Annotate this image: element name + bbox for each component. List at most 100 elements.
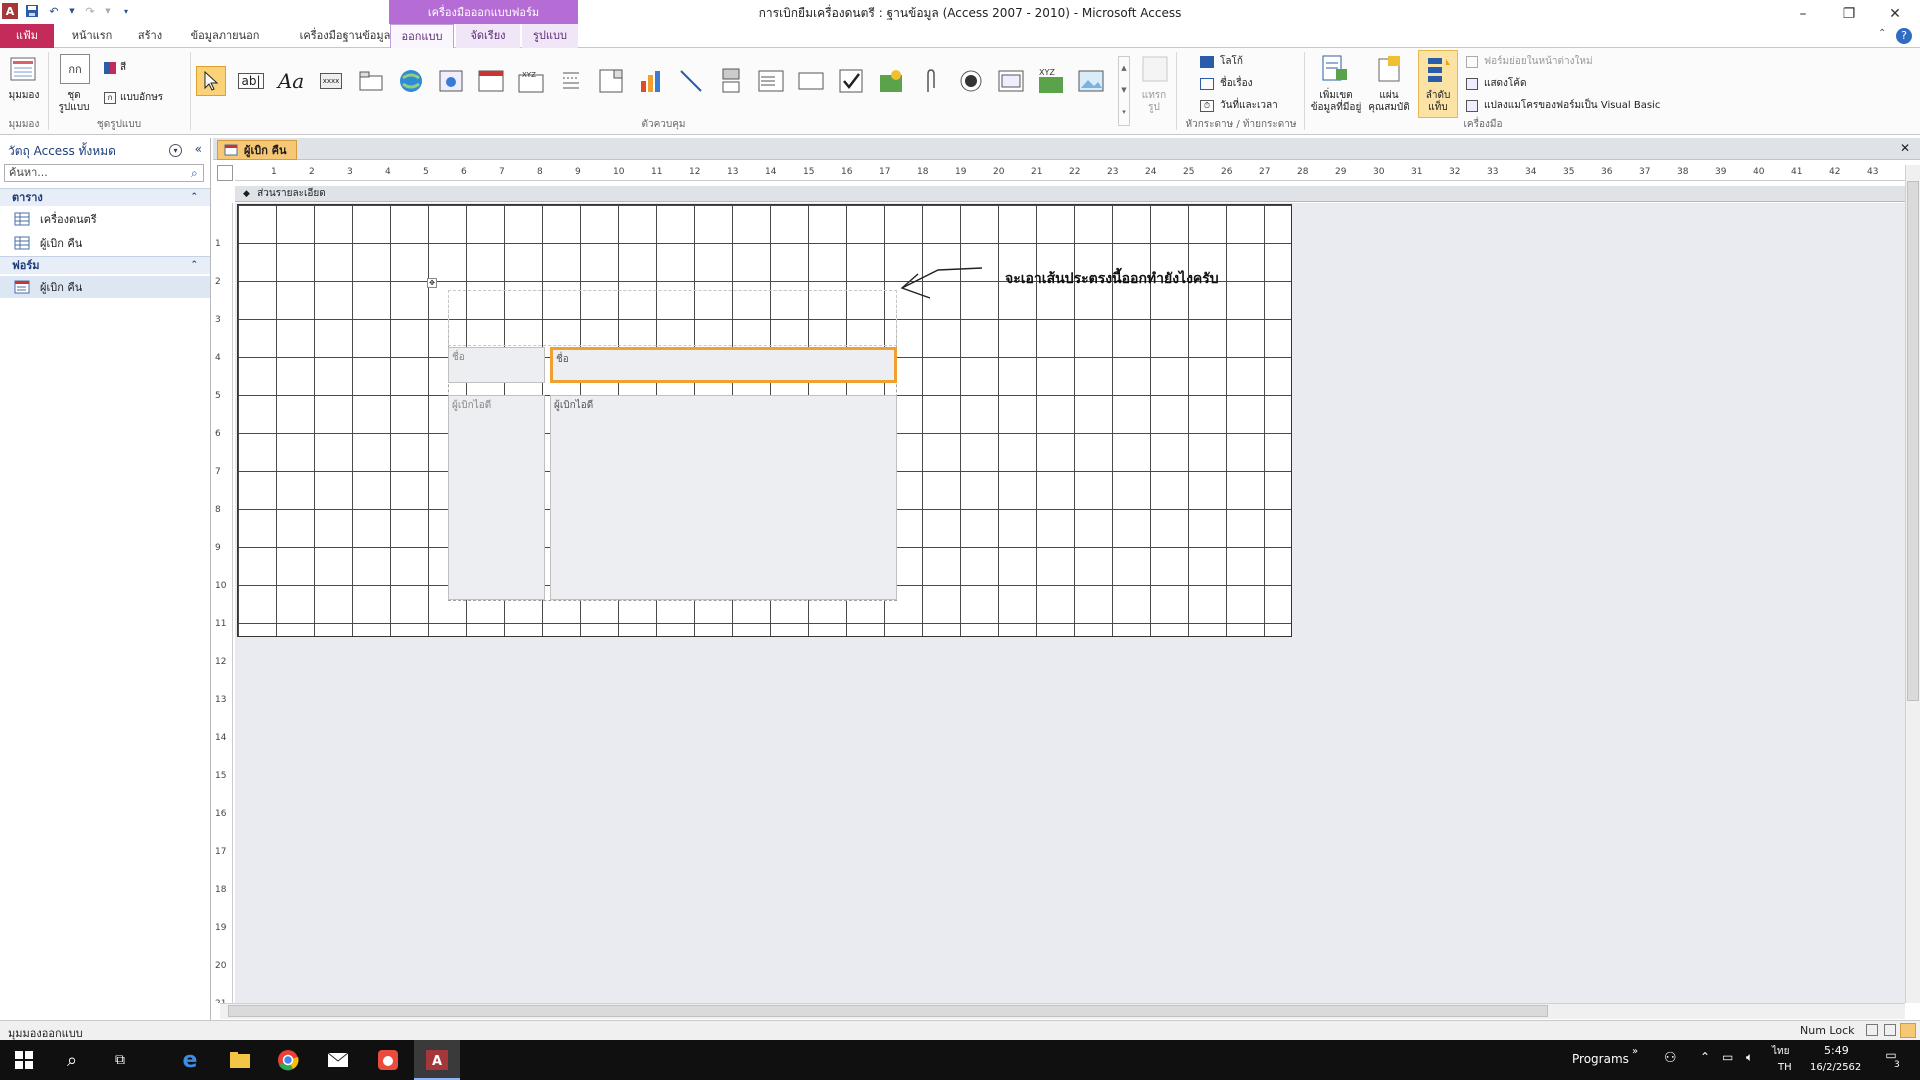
id-textbox-control[interactable]: ผู้เบิกไอดี xyxy=(550,395,897,600)
file-explorer-icon[interactable] xyxy=(228,1048,252,1072)
nav-pane-header[interactable]: วัตถุ Access ทั้งหมด ▾ « xyxy=(4,140,208,162)
chrome-icon[interactable] xyxy=(276,1048,300,1072)
horizontal-scroll-thumb[interactable] xyxy=(228,1005,1548,1017)
tab-home[interactable]: หน้าแรก xyxy=(62,24,122,48)
tab-arrange[interactable]: จัดเรียง xyxy=(456,24,520,48)
name-textbox-control[interactable]: ชื่อ xyxy=(550,347,897,383)
option-group-icon[interactable]: XYZ xyxy=(516,66,546,96)
detail-section-bar[interactable]: ◆ ส่วนรายละเอียด xyxy=(235,186,1905,202)
vertical-scroll-thumb[interactable] xyxy=(1907,181,1919,701)
insert-image-label[interactable]: แทรก รูป xyxy=(1134,90,1174,114)
nav-section-tables[interactable]: ตาราง ⌃ xyxy=(0,188,210,206)
collapse-section-icon[interactable]: ⌃ xyxy=(190,189,198,206)
add-existing-fields-icon[interactable] xyxy=(1320,54,1350,84)
close-document-icon[interactable]: ✕ xyxy=(1900,141,1910,155)
subform-icon[interactable] xyxy=(996,66,1026,96)
help-icon[interactable]: ? xyxy=(1896,28,1912,44)
property-sheet-label[interactable]: แผ่น คุณสมบัติ xyxy=(1364,90,1414,114)
image-control-icon[interactable] xyxy=(1076,66,1106,96)
navigation-control-icon[interactable] xyxy=(476,66,506,96)
undo-dropdown-icon[interactable]: ▼ xyxy=(68,3,76,19)
tab-format[interactable]: รูปแบบ xyxy=(522,24,578,48)
logo-button[interactable]: โลโก้ xyxy=(1200,54,1243,69)
view-code-button[interactable]: แสดงโค้ด xyxy=(1466,76,1526,91)
unbound-object-frame-icon[interactable] xyxy=(876,66,906,96)
views-button-label[interactable]: มุมมอง xyxy=(4,90,44,102)
nav-menu-dropdown-icon[interactable]: ▾ xyxy=(169,144,182,157)
name-label-control[interactable]: ชื่อ xyxy=(448,347,545,383)
controls-gallery-scroll[interactable]: ▲ ▼ ▾ xyxy=(1118,56,1130,126)
customize-qat-icon[interactable]: ▾ xyxy=(118,3,134,19)
web-browser-control-icon[interactable] xyxy=(436,66,466,96)
undo-icon[interactable]: ↶ xyxy=(46,3,62,19)
language-top[interactable]: ไทย xyxy=(1772,1044,1789,1059)
nav-item-form-borrowers[interactable]: ผู้เบิก คืน xyxy=(0,276,210,298)
red-app-icon[interactable] xyxy=(376,1048,400,1072)
windows-start-icon[interactable] xyxy=(12,1048,36,1072)
clock-time[interactable]: 5:49 xyxy=(1824,1044,1849,1057)
add-existing-fields-label[interactable]: เพิ่มเขต ข้อมูลที่มีอยู่ xyxy=(1308,90,1364,114)
tab-create[interactable]: สร้าง xyxy=(130,24,170,48)
nav-search-input[interactable]: ค้นหา... xyxy=(4,164,204,182)
tab-design[interactable]: ออกแบบ xyxy=(390,24,454,48)
fonts-button[interactable]: ก แบบอักษร xyxy=(104,90,163,105)
tab-external-data[interactable]: ข้อมูลภายนอก xyxy=(180,24,270,48)
tab-file[interactable]: แฟ้ม xyxy=(0,24,54,48)
colors-button[interactable]: สี xyxy=(104,60,126,75)
chart-icon[interactable] xyxy=(636,66,666,96)
property-sheet-icon[interactable] xyxy=(1374,54,1404,84)
clock-date[interactable]: 16/2/2562 xyxy=(1810,1062,1861,1073)
rectangle-icon[interactable] xyxy=(796,66,826,96)
layout-view-icon[interactable] xyxy=(1884,1024,1896,1036)
search-icon[interactable]: ⌕ xyxy=(60,1048,84,1072)
redo-dropdown-icon[interactable]: ▼ xyxy=(104,3,112,19)
select-pointer-icon[interactable] xyxy=(196,66,226,96)
toggle-button-icon[interactable] xyxy=(716,66,746,96)
programs-toolbar-label[interactable]: Programs xyxy=(1572,1052,1629,1066)
attachment-icon[interactable] xyxy=(916,66,946,96)
tab-control-icon[interactable] xyxy=(356,66,386,96)
date-time-button[interactable]: ⏱ วันที่และเวลา xyxy=(1200,98,1278,113)
collapse-section-icon[interactable]: ⌃ xyxy=(190,257,198,274)
design-view-icon[interactable] xyxy=(1900,1023,1916,1038)
themes-button-label[interactable]: ชุด รูปแบบ xyxy=(54,90,94,114)
list-box-icon[interactable] xyxy=(756,66,786,96)
id-label-control[interactable]: ผู้เบิกไอดี xyxy=(448,395,545,600)
task-view-icon[interactable]: ⧉ xyxy=(108,1048,132,1072)
network-icon[interactable]: ▭ xyxy=(1722,1050,1733,1064)
volume-icon[interactable]: 🔈︎ xyxy=(1746,1050,1753,1065)
access-app-icon[interactable]: A xyxy=(2,3,18,19)
textbox-icon[interactable]: ab| xyxy=(236,66,266,96)
save-icon[interactable] xyxy=(24,3,40,19)
show-hidden-icons-icon[interactable]: ⌃ xyxy=(1700,1050,1710,1064)
nav-section-forms[interactable]: ฟอร์ม ⌃ xyxy=(0,256,210,274)
subform-new-window-button[interactable]: ฟอร์มย่อยในหน้าต่างใหม่ xyxy=(1466,54,1593,69)
form-selector[interactable] xyxy=(217,165,233,181)
nav-item-table-instruments[interactable]: เครื่องดนตรี xyxy=(14,208,204,230)
minimize-ribbon-icon[interactable]: ⌃ xyxy=(1878,28,1886,39)
mail-icon[interactable] xyxy=(326,1048,350,1072)
label-icon[interactable]: Aa xyxy=(276,66,306,96)
convert-macros-button[interactable]: แปลงแมโครของฟอร์มเป็น Visual Basic xyxy=(1466,98,1660,113)
layout-selector-icon[interactable]: ✥ xyxy=(427,278,437,288)
form-view-icon[interactable] xyxy=(1866,1024,1878,1036)
edge-icon[interactable]: e xyxy=(178,1048,202,1073)
themes-icon[interactable]: กก xyxy=(60,54,90,84)
view-icon[interactable] xyxy=(8,54,38,84)
check-box-icon[interactable] xyxy=(836,66,866,96)
button-control-icon[interactable]: xxxx xyxy=(316,66,346,96)
page-break-icon[interactable] xyxy=(556,66,586,96)
language-bottom[interactable]: TH xyxy=(1778,1062,1792,1073)
people-icon[interactable]: ⚇ xyxy=(1664,1050,1677,1066)
hyperlink-icon[interactable] xyxy=(396,66,426,96)
programs-expand-icon[interactable]: » xyxy=(1632,1046,1638,1057)
search-icon[interactable]: ⌕ xyxy=(191,166,198,181)
document-tab-form[interactable]: ผู้เบิก คืน xyxy=(217,140,297,160)
nav-item-table-borrowers[interactable]: ผู้เบิก คืน xyxy=(14,232,204,254)
insert-image-icon[interactable] xyxy=(1140,54,1170,84)
line-icon[interactable] xyxy=(676,66,706,96)
redo-icon[interactable]: ↷ xyxy=(82,3,98,19)
title-button[interactable]: ชื่อเรื่อง xyxy=(1200,76,1252,91)
combo-box-icon[interactable] xyxy=(596,66,626,96)
vertical-scrollbar[interactable] xyxy=(1905,165,1920,1003)
